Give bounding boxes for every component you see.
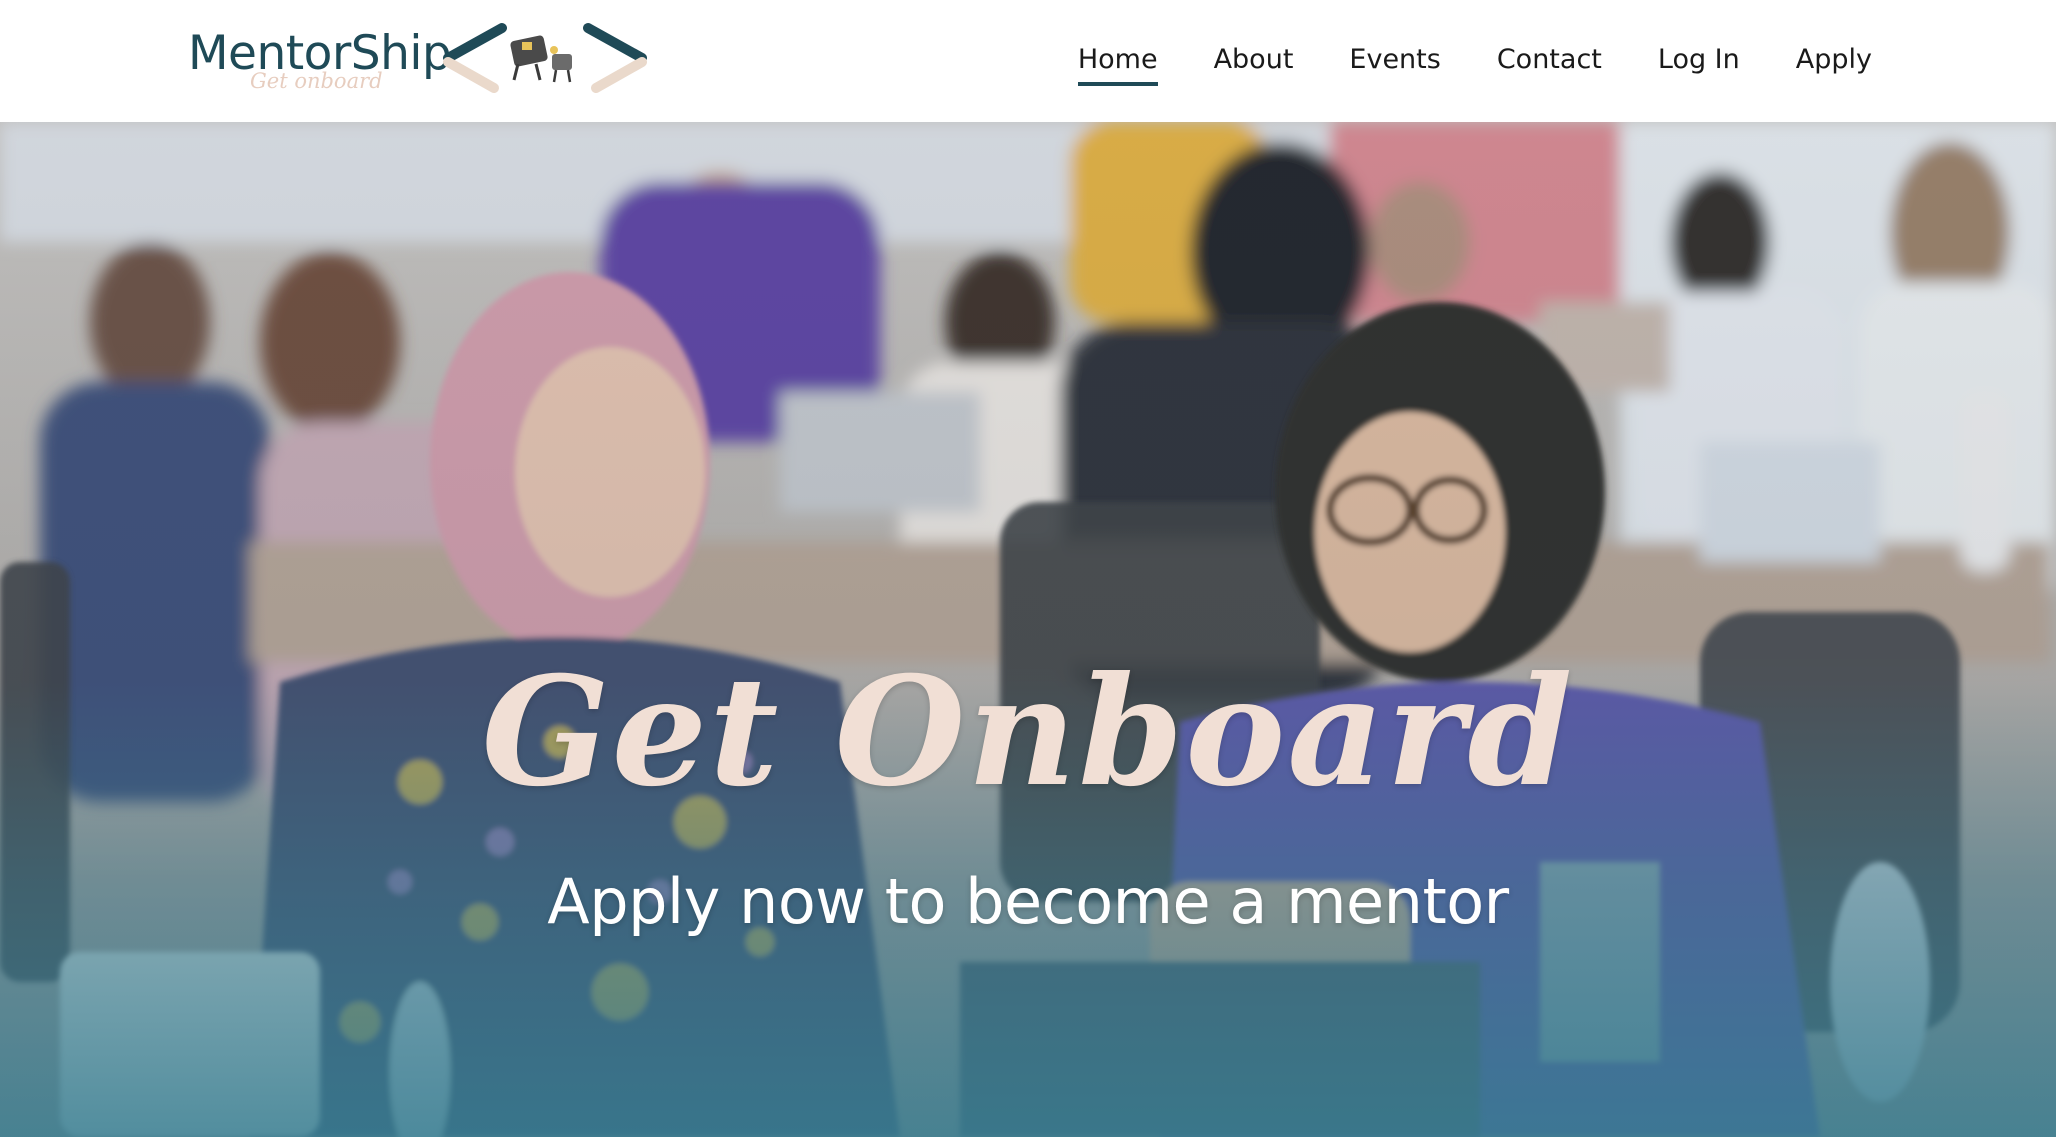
nav-login[interactable]: Log In <box>1658 38 1740 82</box>
main-nav: Home About Events Contact Log In Apply <box>1077 38 1872 88</box>
brand-tagline: Get onboard <box>250 69 383 93</box>
nav-apply[interactable]: Apply <box>1796 38 1872 82</box>
hero-title: Get Onboard <box>481 644 1575 820</box>
hero-overlay <box>0 122 2056 1137</box>
nav-contact[interactable]: Contact <box>1497 38 1602 82</box>
ship-arrows-logo-icon <box>443 23 647 93</box>
nav-home[interactable]: Home <box>1077 38 1158 86</box>
site-header: MentorShip Get onboard Home About Events… <box>0 0 2056 122</box>
hero-subtitle: Apply now to become a mentor <box>547 865 1509 938</box>
hero-section: Get Onboard Apply now to become a mentor <box>0 122 2056 1137</box>
nav-events[interactable]: Events <box>1349 38 1440 82</box>
nav-about[interactable]: About <box>1214 38 1294 82</box>
brand-logo[interactable]: MentorShip Get onboard <box>188 22 658 102</box>
